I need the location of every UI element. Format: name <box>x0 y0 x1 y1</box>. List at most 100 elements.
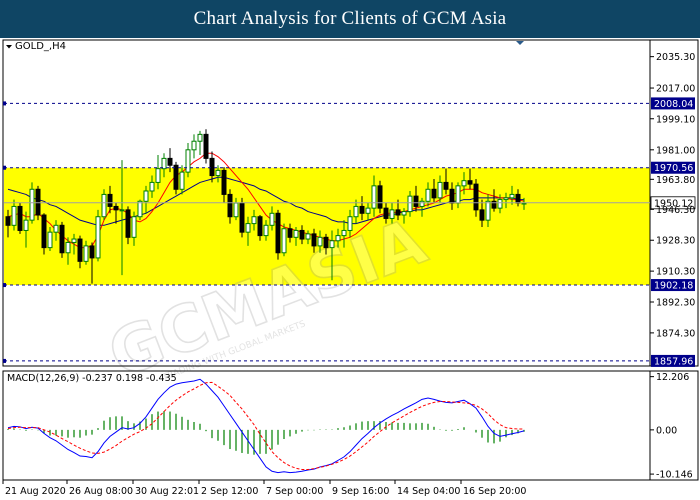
candle-body <box>413 195 419 207</box>
y-tick-label: 1892.30 <box>656 298 695 309</box>
level-price-label: 1970.56 <box>654 163 693 174</box>
macd-panel: MACD(12,26,9) -0.237 0.198 -0.435 12.206 0… <box>7 372 693 480</box>
macd-tick-label: 0.00 <box>656 425 677 436</box>
y-tick-label: 1963.80 <box>656 175 695 186</box>
level-anchor <box>3 101 6 106</box>
candle-body <box>389 209 395 219</box>
y-tick-label: 2035.30 <box>656 52 695 63</box>
candle-body <box>503 197 509 201</box>
y-tick-label: 1946.30 <box>656 205 695 216</box>
x-tick-label: 9 Sep 16:00 <box>332 486 389 497</box>
candle-body <box>179 171 185 190</box>
candle-body <box>245 223 251 233</box>
candle-body <box>203 133 209 159</box>
candle-body <box>191 140 197 151</box>
candle-body <box>53 224 59 233</box>
candle-body <box>221 169 227 195</box>
macd-tick-label: 12.206 <box>656 372 689 383</box>
candle-body <box>311 233 317 247</box>
candle-body <box>215 169 221 177</box>
candle-body <box>437 181 443 199</box>
candle-body <box>17 205 23 231</box>
candle-body <box>101 193 107 218</box>
candle-body <box>251 216 257 225</box>
candle-body <box>329 240 335 249</box>
candle-body <box>227 193 233 218</box>
macd-tick-label: -10.146 <box>656 470 693 481</box>
candle-body <box>281 228 287 254</box>
candle-body <box>467 180 473 185</box>
candle-body <box>29 188 35 221</box>
candle-body <box>371 185 377 209</box>
candle-body <box>509 193 515 199</box>
y-tick-label: 1981.00 <box>656 145 695 156</box>
candle-body <box>293 229 299 238</box>
shift-marker-icon[interactable] <box>516 41 524 45</box>
candle-body <box>395 209 401 216</box>
candle-body <box>197 133 203 142</box>
header-banner: Chart Analysis for Clients of GCM Asia <box>0 0 700 38</box>
candle-body <box>95 216 101 259</box>
candle-body <box>5 216 11 226</box>
x-tick-label: 7 Sep 00:00 <box>266 486 323 497</box>
candle-body <box>65 241 71 254</box>
candle-body <box>83 245 89 262</box>
candle-body <box>257 216 263 237</box>
candle-body <box>425 188 431 202</box>
candle-body <box>341 229 347 237</box>
candle-body <box>125 209 131 238</box>
candle-body <box>485 200 491 221</box>
candle-body <box>155 168 161 183</box>
candle-body <box>383 207 389 219</box>
level-anchor <box>3 358 6 363</box>
candle-body <box>113 205 119 211</box>
level-price-label: 1902.18 <box>654 281 693 292</box>
candle-body <box>359 205 365 214</box>
candle-body <box>407 195 413 213</box>
candle-body <box>479 209 485 221</box>
candle-body <box>431 188 437 199</box>
candle-body <box>323 236 329 249</box>
candle-body <box>71 238 77 243</box>
candle-body <box>461 180 467 187</box>
candle-body <box>347 216 353 231</box>
candle-body <box>59 224 65 254</box>
candle-body <box>335 235 341 242</box>
candle-body <box>443 181 449 190</box>
candle-body <box>449 188 455 204</box>
symbol-dropdown-icon[interactable] <box>6 45 12 49</box>
candle-body <box>233 202 239 218</box>
candle-body <box>119 209 125 212</box>
candle-body <box>131 216 137 238</box>
candle-body <box>287 228 293 238</box>
candle-body <box>317 236 323 247</box>
y-tick-label: 1910.30 <box>656 267 695 278</box>
candle-body <box>47 231 53 249</box>
x-tick-label: 21 Aug 2020 <box>5 486 66 497</box>
level-price-label: 2008.04 <box>654 99 693 110</box>
candle-body <box>89 245 95 259</box>
level-anchor <box>3 165 6 170</box>
candle-body <box>269 212 275 226</box>
candle-body <box>143 190 149 202</box>
page-title: Chart Analysis for Clients of GCM Asia <box>193 8 507 29</box>
candle-body <box>149 181 155 192</box>
x-tick-label: 16 Sep 20:00 <box>463 486 526 497</box>
candle-body <box>365 207 371 214</box>
chart-area[interactable]: GCMASIA TRADING WITH GLOBAL MARKETS 2008… <box>0 38 700 500</box>
y-tick-label: 1928.30 <box>656 236 695 247</box>
macd-main-line <box>7 378 525 474</box>
macd-label: MACD(12,26,9) -0.237 0.198 -0.435 <box>7 373 177 384</box>
candle-body <box>77 238 83 262</box>
y-tick-label: 1874.30 <box>656 328 695 339</box>
candle-body <box>515 193 521 204</box>
candle-body <box>167 157 173 166</box>
candle-body <box>185 149 191 173</box>
candle-body <box>497 199 503 209</box>
y-tick-label: 1999.10 <box>656 114 695 125</box>
candle-body <box>401 211 407 216</box>
symbol-label: GOLD_,H4 <box>15 41 66 52</box>
candle-body <box>23 219 29 231</box>
candle-body <box>419 200 425 207</box>
level-anchor <box>3 283 6 288</box>
